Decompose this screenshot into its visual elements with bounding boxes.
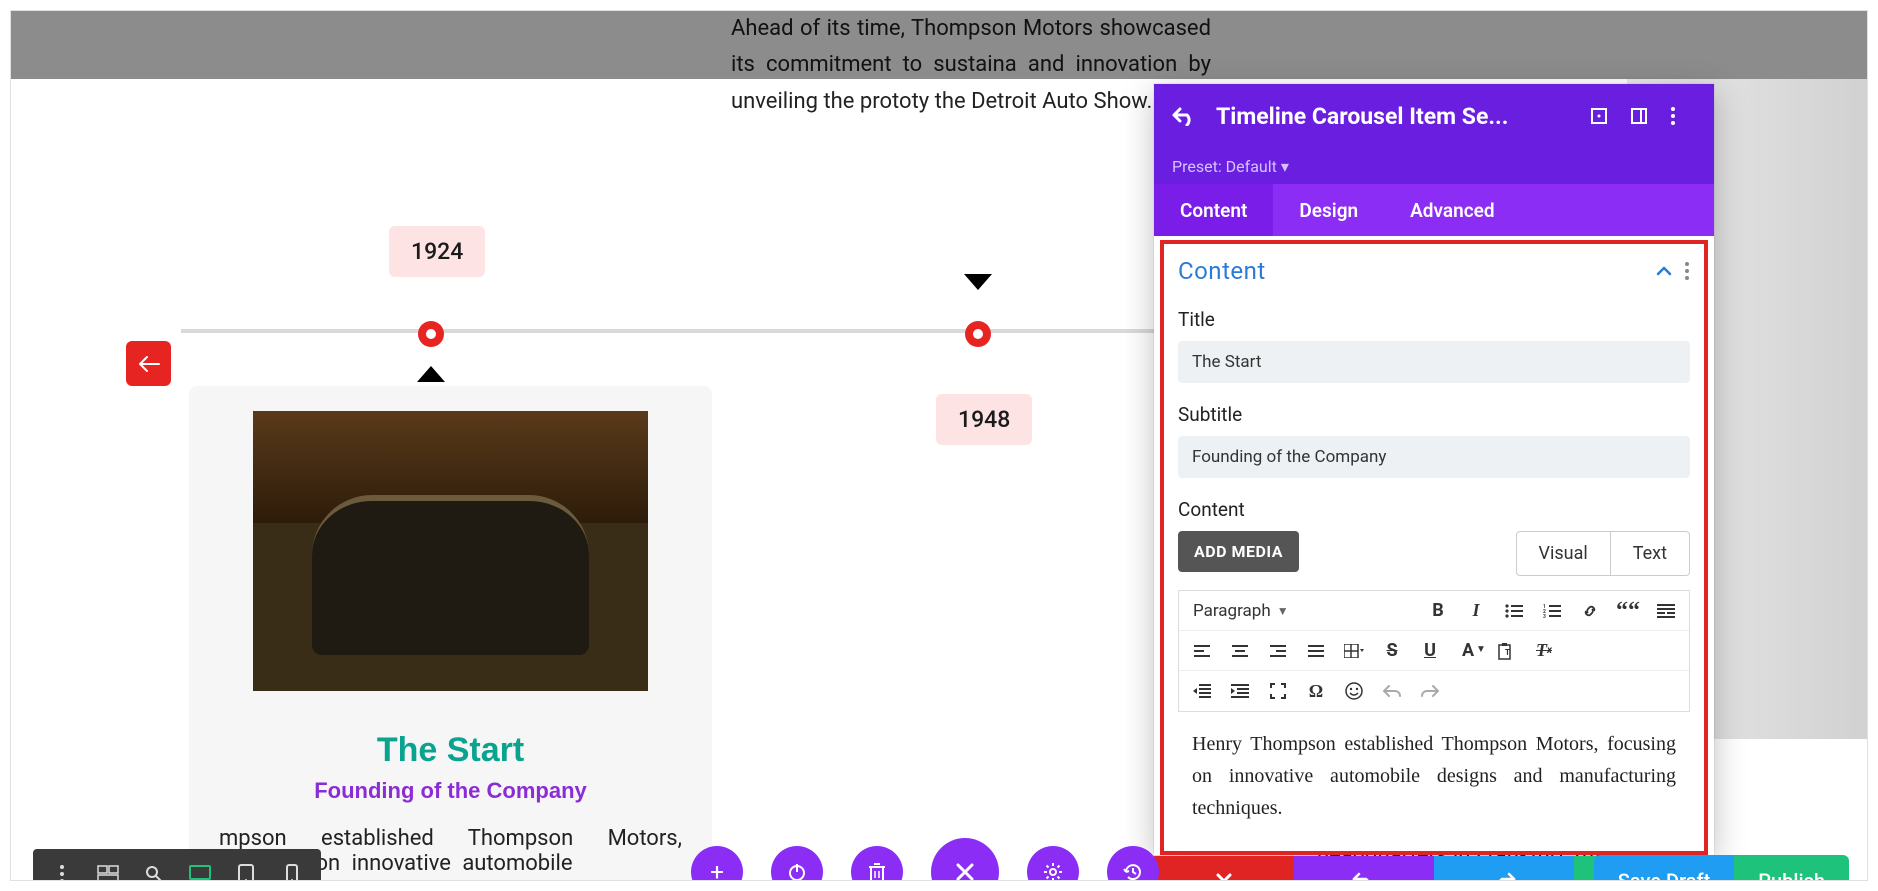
preset-selector[interactable]: Preset: Default ▾ xyxy=(1154,148,1714,184)
history-button[interactable] xyxy=(1107,846,1159,881)
indent-button[interactable] xyxy=(1225,676,1255,706)
collapse-icon[interactable] xyxy=(1656,266,1672,276)
settings-panel: Timeline Carousel Item Se... Preset: Def… xyxy=(1154,84,1714,855)
redo-panel-button[interactable] xyxy=(1434,856,1574,881)
builder-toolbar: + xyxy=(691,841,1159,881)
paste-text-button[interactable]: T xyxy=(1491,636,1521,666)
svg-text:T: T xyxy=(1505,648,1510,657)
align-justify-button[interactable] xyxy=(1301,636,1331,666)
quote-button[interactable]: ““ xyxy=(1613,596,1643,626)
snap-icon[interactable] xyxy=(1630,107,1656,125)
text-color-button[interactable]: A▼ xyxy=(1453,636,1483,666)
visual-tab[interactable]: Visual xyxy=(1517,532,1610,575)
publish-bar: Save Draft Publish xyxy=(1594,855,1849,881)
redo-button[interactable] xyxy=(1415,676,1445,706)
prev-button[interactable] xyxy=(126,341,171,386)
panel-title: Timeline Carousel Item Se... xyxy=(1216,103,1576,130)
italic-button[interactable]: I xyxy=(1461,596,1491,626)
content-section-highlight: Content Title Subtitle Content ADD MEDIA… xyxy=(1160,240,1708,855)
number-list-button[interactable]: 123 xyxy=(1537,596,1567,626)
strike-button[interactable]: S xyxy=(1377,636,1407,666)
content-editor[interactable]: Henry Thompson established Thompson Moto… xyxy=(1178,712,1690,840)
underline-button[interactable]: U xyxy=(1415,636,1445,666)
subtitle-label: Subtitle xyxy=(1178,403,1690,426)
settings-button[interactable] xyxy=(1027,846,1079,881)
content-label: Content xyxy=(1178,498,1690,521)
undo-button[interactable] xyxy=(1377,676,1407,706)
panel-tabs: Content Design Advanced xyxy=(1154,184,1714,236)
publish-button[interactable]: Publish xyxy=(1734,855,1849,881)
expand-icon[interactable] xyxy=(1590,107,1616,125)
panel-menu-icon[interactable] xyxy=(1670,106,1696,126)
tab-content[interactable]: Content xyxy=(1154,184,1273,236)
bold-button[interactable]: B xyxy=(1423,596,1453,626)
close-builder-button[interactable] xyxy=(931,838,999,881)
emoji-button[interactable] xyxy=(1339,676,1369,706)
bullet-list-button[interactable] xyxy=(1499,596,1529,626)
back-button[interactable] xyxy=(1172,106,1196,126)
text-tab[interactable]: Text xyxy=(1610,532,1689,575)
more-button[interactable] xyxy=(1651,596,1681,626)
outdent-button[interactable] xyxy=(1187,676,1217,706)
save-draft-button[interactable]: Save Draft xyxy=(1594,855,1735,881)
align-center-button[interactable] xyxy=(1225,636,1255,666)
add-button[interactable]: + xyxy=(691,846,743,881)
tab-advanced[interactable]: Advanced xyxy=(1384,184,1520,236)
align-left-button[interactable] xyxy=(1187,636,1217,666)
trash-button[interactable] xyxy=(851,846,903,881)
dim-overlay xyxy=(11,11,1867,79)
timeline-dot-1[interactable] xyxy=(418,321,444,347)
card-image xyxy=(253,411,648,691)
subtitle-input[interactable] xyxy=(1178,436,1690,478)
desktop-view-icon[interactable] xyxy=(177,851,223,881)
align-right-button[interactable] xyxy=(1263,636,1293,666)
timeline-dot-2[interactable] xyxy=(965,321,991,347)
panel-header: Timeline Carousel Item Se... xyxy=(1154,84,1714,148)
editor-toolbar: Paragraph▼ B I 123 ““ S xyxy=(1178,590,1690,712)
card-title: The Start xyxy=(219,731,682,770)
discard-button[interactable] xyxy=(1154,856,1294,881)
format-select[interactable]: Paragraph▼ xyxy=(1187,601,1327,621)
card-subtitle: Founding of the Company xyxy=(219,778,682,804)
zoom-icon[interactable] xyxy=(131,851,177,881)
undo-arrow-icon xyxy=(1172,106,1196,126)
undo-panel-button[interactable] xyxy=(1294,856,1434,881)
title-label: Title xyxy=(1178,308,1690,331)
timeline-card[interactable]: The Start Founding of the Company mpson … xyxy=(189,386,712,881)
clear-format-button[interactable]: Tx xyxy=(1529,636,1559,666)
menu-icon[interactable] xyxy=(39,851,85,881)
view-toolbar xyxy=(33,849,321,881)
title-input[interactable] xyxy=(1178,341,1690,383)
svg-text:3: 3 xyxy=(1543,614,1546,618)
section-menu-icon[interactable] xyxy=(1684,261,1690,281)
power-button[interactable] xyxy=(771,846,823,881)
year-label-1: 1924 xyxy=(389,226,485,277)
link-button[interactable] xyxy=(1575,596,1605,626)
pointer-up-icon xyxy=(417,366,445,382)
special-char-button[interactable]: Ω xyxy=(1301,676,1331,706)
section-heading[interactable]: Content xyxy=(1178,257,1656,285)
tablet-view-icon[interactable] xyxy=(223,851,269,881)
arrow-left-icon xyxy=(138,356,160,372)
pointer-down-icon xyxy=(964,274,992,290)
mobile-view-icon[interactable] xyxy=(269,851,315,881)
table-button[interactable] xyxy=(1339,636,1369,666)
add-media-button[interactable]: ADD MEDIA xyxy=(1178,531,1299,572)
wireframe-icon[interactable] xyxy=(85,851,131,881)
fullscreen-button[interactable] xyxy=(1263,676,1293,706)
tab-design[interactable]: Design xyxy=(1273,184,1384,236)
year-label-2: 1948 xyxy=(936,394,1032,445)
